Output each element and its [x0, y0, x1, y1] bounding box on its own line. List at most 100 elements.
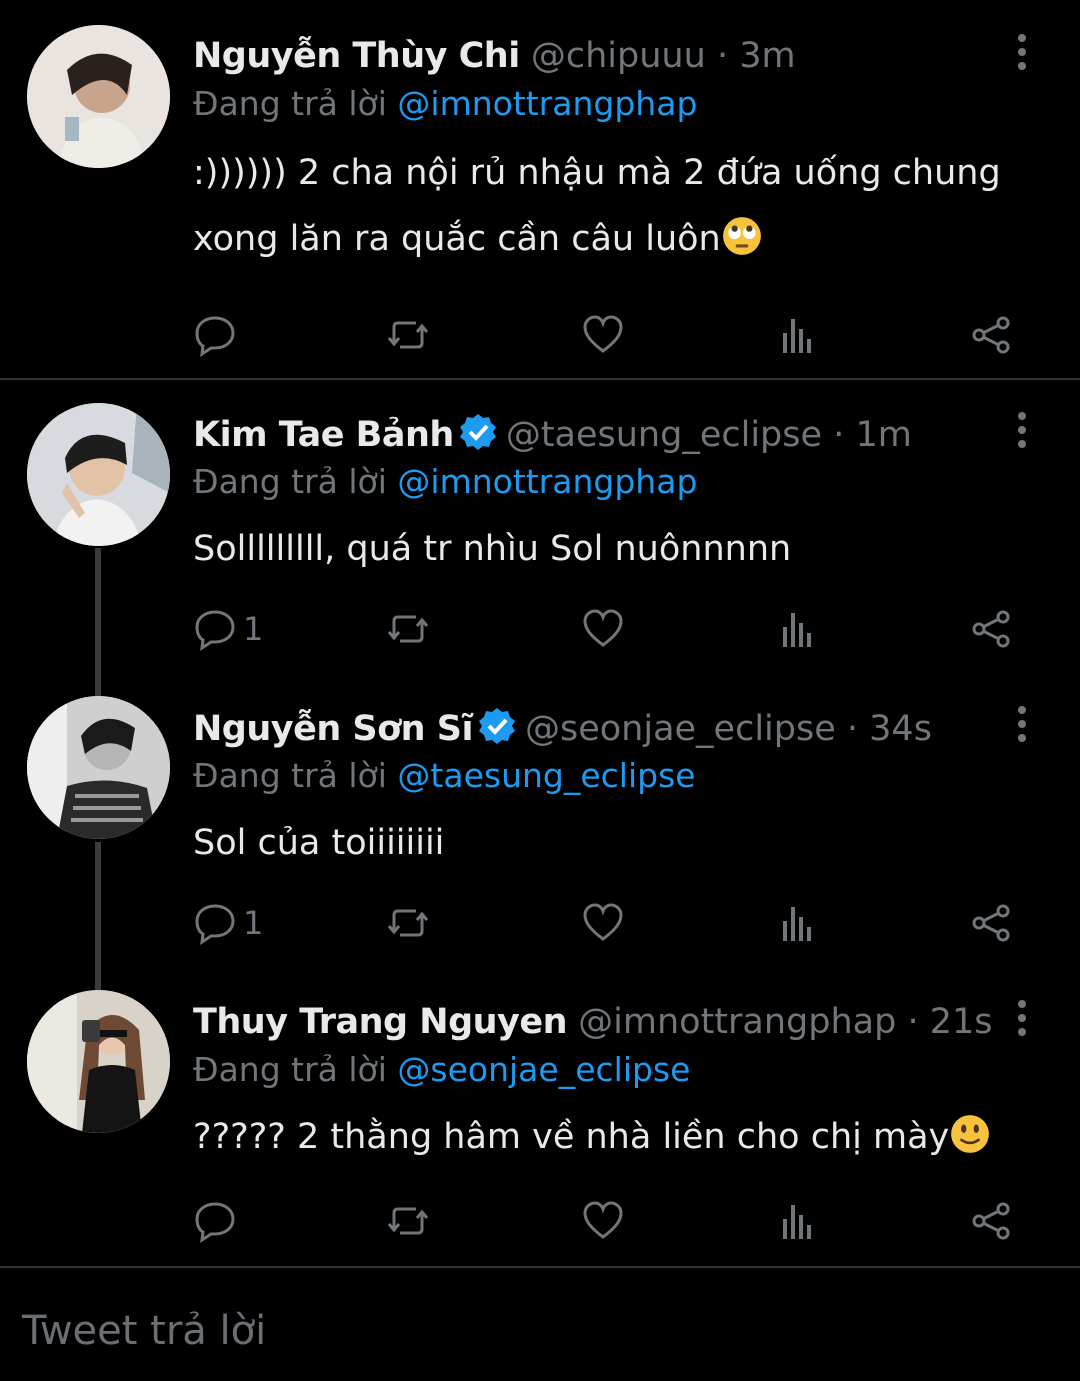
tweet-text: Sol của toiiiiiiii	[193, 810, 1033, 876]
tweet-text: Solllllllll, quá tr nhìu Sol nuônnnnn	[193, 516, 1033, 582]
tweet[interactable]: Nguyễn Sơn Sĩ @seonjae_eclipse · 34s Đang…	[0, 674, 1080, 968]
display-name[interactable]: Nguyễn Thùy Chi	[193, 36, 520, 76]
user-handle[interactable]: @chipuuu	[531, 36, 706, 76]
heart-icon	[583, 903, 623, 941]
avatar[interactable]	[27, 990, 170, 1133]
reply-context: Đang trả lời @imnottrangphap	[193, 460, 697, 504]
timestamp[interactable]: · 34s	[847, 709, 932, 749]
share-button[interactable]	[969, 310, 1013, 360]
analytics-button[interactable]	[775, 310, 819, 360]
reply-context: Đang trả lời @taesung_eclipse	[193, 754, 696, 798]
heart-icon	[583, 609, 623, 647]
tweet-actions: 1	[193, 898, 1023, 948]
reply-button[interactable]: 1	[193, 898, 263, 948]
reply-mention[interactable]: @taesung_eclipse	[397, 756, 695, 795]
reply-mention[interactable]: @seonjae_eclipse	[397, 1050, 690, 1089]
tweet-text-line: :)))))) 2 cha nội rủ nhậu mà 2 đứa uống …	[193, 153, 1001, 193]
analytics-button[interactable]	[775, 1196, 819, 1246]
display-name[interactable]: Thuy Trang Nguyen	[193, 1002, 568, 1042]
display-name[interactable]: Kim Tae Bảnh	[193, 415, 454, 455]
composer-divider	[0, 1266, 1080, 1268]
retweet-button[interactable]	[386, 1196, 430, 1246]
like-button[interactable]	[581, 1196, 625, 1246]
tweet-actions	[193, 310, 1023, 360]
reply-prefix: Đang trả lời	[193, 462, 387, 501]
slight-smile-emoji	[949, 1111, 991, 1153]
share-icon	[972, 1202, 1010, 1240]
retweet-button[interactable]	[386, 604, 430, 654]
tweet-text: :)))))) 2 cha nội rủ nhậu mà 2 đứa uống …	[193, 140, 1033, 272]
reply-prefix: Đang trả lời	[193, 84, 387, 123]
heart-icon	[583, 1201, 623, 1239]
reply-button[interactable]: 1	[193, 604, 263, 654]
retweet-icon	[387, 321, 429, 349]
share-icon	[972, 904, 1010, 942]
retweet-icon	[387, 909, 429, 937]
share-icon	[972, 316, 1010, 354]
user-handle[interactable]: @seonjae_eclipse	[525, 709, 836, 749]
reply-prefix: Đang trả lời	[193, 1050, 387, 1089]
more-options-icon[interactable]	[1008, 704, 1036, 744]
reply-button[interactable]	[193, 310, 243, 360]
retweet-icon	[387, 1207, 429, 1235]
reply-prefix: Đang trả lời	[193, 756, 387, 795]
avatar[interactable]	[27, 403, 170, 546]
tweet-text-line-2: xong lăn ra quắc cần câu luôn	[193, 206, 1033, 272]
reply-composer-input[interactable]: Tweet trả lời	[22, 1308, 266, 1354]
like-button[interactable]	[581, 604, 625, 654]
reply-context: Đang trả lời @imnottrangphap	[193, 82, 697, 126]
reply-count: 1	[243, 610, 264, 648]
user-handle[interactable]: @taesung_eclipse	[506, 415, 822, 455]
timestamp[interactable]: · 21s	[907, 1002, 992, 1042]
eye-roll-emoji	[721, 213, 763, 255]
like-button[interactable]	[581, 310, 625, 360]
retweet-button[interactable]	[386, 310, 430, 360]
avatar[interactable]	[27, 25, 170, 168]
reply-context: Đang trả lời @seonjae_eclipse	[193, 1048, 690, 1092]
more-options-icon[interactable]	[1008, 32, 1036, 72]
timestamp[interactable]: · 1m	[833, 415, 912, 455]
share-button[interactable]	[969, 898, 1013, 948]
like-button[interactable]	[581, 898, 625, 948]
tweet-text: ????? 2 thằng hâm về nhà liền cho chị mà…	[193, 1104, 1033, 1170]
more-options-icon[interactable]	[1008, 410, 1036, 450]
tweet[interactable]: Thuy Trang Nguyen @imnottrangphap · 21s …	[0, 968, 1080, 1264]
display-name[interactable]: Nguyễn Sơn Sĩ	[193, 709, 473, 749]
avatar[interactable]	[27, 696, 170, 839]
tweet-text-line: Sol của toiiiiiiii	[193, 823, 445, 863]
tweet-text-line: Solllllllll, quá tr nhìu Sol nuônnnnn	[193, 529, 792, 569]
reply-icon	[195, 316, 235, 357]
tweet[interactable]: Nguyễn Thùy Chi @chipuuu · 3m Đang trả l…	[0, 0, 1080, 378]
retweet-button[interactable]	[386, 898, 430, 948]
verified-badge-icon	[459, 414, 496, 450]
analytics-icon	[783, 907, 811, 941]
verified-badge-icon	[478, 708, 515, 744]
timestamp[interactable]: · 3m	[717, 36, 796, 76]
tweet[interactable]: Kim Tae Bảnh @taesung_eclipse · 1m Đang t…	[0, 380, 1080, 674]
analytics-button[interactable]	[775, 604, 819, 654]
reply-icon	[195, 610, 235, 651]
tweet-actions: 1	[193, 604, 1023, 654]
analytics-icon	[783, 319, 811, 353]
share-icon	[972, 610, 1010, 648]
reply-icon	[195, 904, 235, 945]
analytics-icon	[783, 613, 811, 647]
tweet-header: Nguyễn Sơn Sĩ @seonjae_eclipse · 34s	[193, 706, 932, 751]
reply-icon	[195, 1202, 235, 1243]
tweet-header: Thuy Trang Nguyen @imnottrangphap · 21s	[193, 1000, 993, 1044]
tweet-header: Kim Tae Bảnh @taesung_eclipse · 1m	[193, 412, 912, 457]
user-handle[interactable]: @imnottrangphap	[578, 1002, 896, 1042]
analytics-button[interactable]	[775, 898, 819, 948]
retweet-icon	[387, 615, 429, 643]
tweet-actions	[193, 1196, 1023, 1246]
tweet-text-line: ????? 2 thằng hâm về nhà liền cho chị mà…	[193, 1104, 1033, 1170]
reply-count: 1	[243, 904, 264, 942]
reply-mention[interactable]: @imnottrangphap	[397, 84, 697, 123]
tweet-header: Nguyễn Thùy Chi @chipuuu · 3m	[193, 34, 796, 78]
more-options-icon[interactable]	[1008, 998, 1036, 1038]
share-button[interactable]	[969, 604, 1013, 654]
reply-button[interactable]	[193, 1196, 243, 1246]
share-button[interactable]	[969, 1196, 1013, 1246]
heart-icon	[583, 315, 623, 353]
reply-mention[interactable]: @imnottrangphap	[397, 462, 697, 501]
